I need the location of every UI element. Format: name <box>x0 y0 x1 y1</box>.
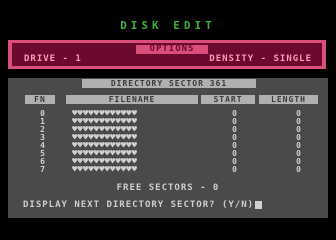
density-setting: DENSITY - SINGLE <box>209 54 312 64</box>
fn-column: 0 1 2 3 4 5 6 7 <box>37 110 49 174</box>
column-header-filename: FILENAME <box>66 95 198 104</box>
column-header-length: LENGTH <box>259 95 318 104</box>
directory-sector-title: DIRECTORY SECTOR 361 <box>82 79 256 88</box>
text-cursor[interactable] <box>255 200 263 209</box>
filename-column: ♥♥♥♥♥♥♥♥♥♥♥♥ ♥♥♥♥♥♥♥♥♥♥♥♥ ♥♥♥♥♥♥♥♥♥♥♥♥ ♥… <box>72 110 172 175</box>
length-column: 0 0 0 0 0 0 0 0 <box>293 110 305 174</box>
options-label: OPTIONS <box>136 45 208 54</box>
table-row-filename: ♥♥♥♥♥♥♥♥♥♥♥♥ <box>72 165 138 175</box>
start-column: 0 0 0 0 0 0 0 0 <box>229 110 241 174</box>
app-title: DISK EDIT <box>120 19 216 32</box>
next-sector-prompt[interactable]: DISPLAY NEXT DIRECTORY SECTOR? (Y/N) <box>23 200 263 210</box>
free-sectors: FREE SECTORS - 0 <box>116 183 220 193</box>
table-row-fn: 7 <box>40 165 46 174</box>
column-header-start: START <box>201 95 255 104</box>
prompt-text: DISPLAY NEXT DIRECTORY SECTOR? (Y/N) <box>23 200 255 210</box>
table-row-length: 0 <box>296 165 302 174</box>
drive-setting: DRIVE - 1 <box>24 54 82 64</box>
column-header-fn: FN <box>25 95 55 104</box>
table-row-start: 0 <box>232 165 238 174</box>
